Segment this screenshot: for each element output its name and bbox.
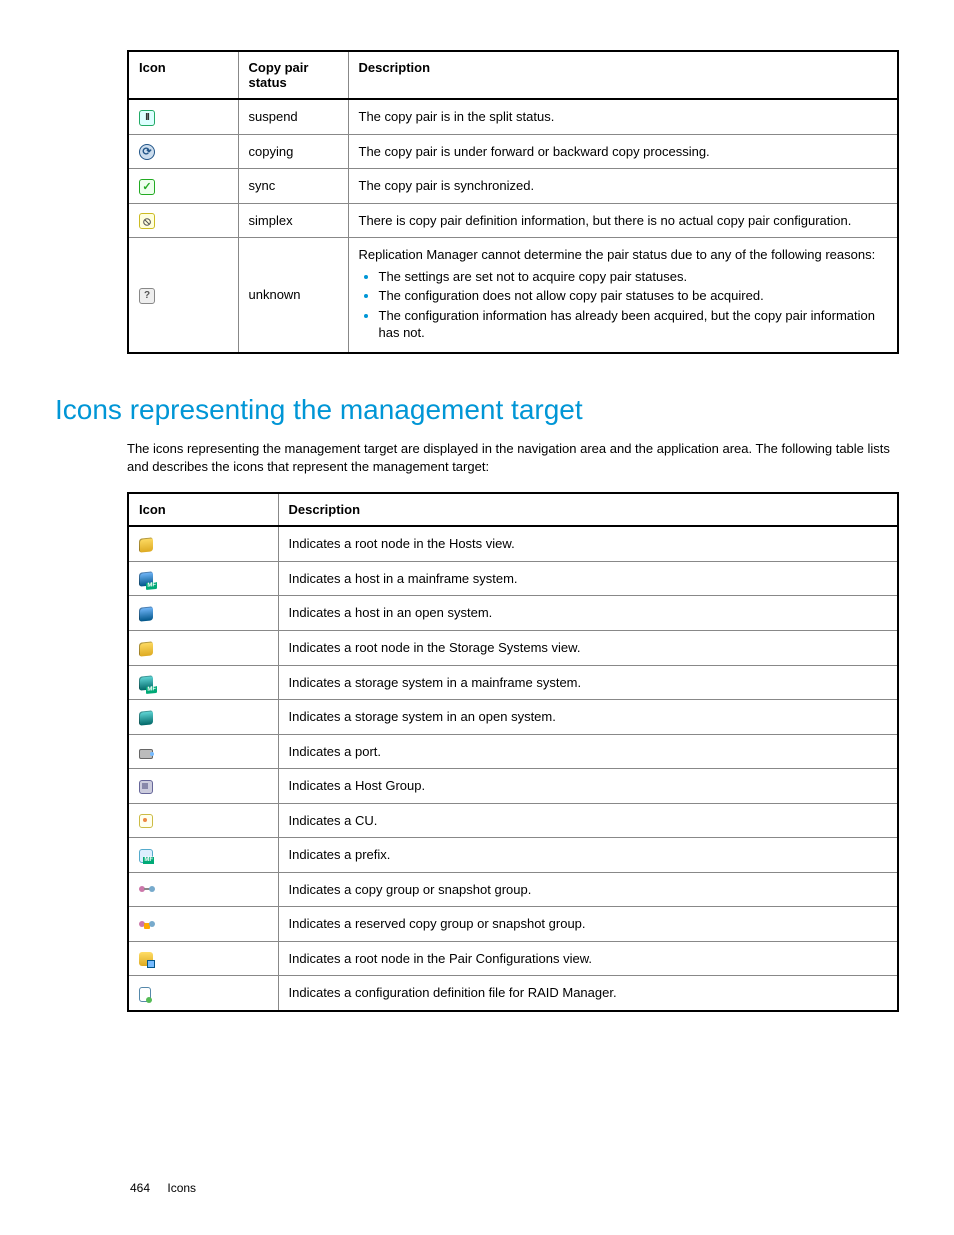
status-cell: simplex bbox=[238, 203, 348, 238]
table-row: Indicates a copy group or snapshot group… bbox=[128, 872, 898, 907]
desc-cell: The copy pair is in the split status. bbox=[348, 99, 898, 134]
section-heading: Icons representing the management target bbox=[55, 394, 899, 426]
table-row: Indicates a prefix. bbox=[128, 838, 898, 873]
desc-cell: The copy pair is synchronized. bbox=[348, 169, 898, 204]
section-intro: The icons representing the management ta… bbox=[127, 440, 899, 476]
suspend-icon bbox=[139, 110, 155, 126]
copying-icon bbox=[139, 144, 155, 160]
desc-cell: Indicates a copy group or snapshot group… bbox=[278, 872, 898, 907]
port-icon bbox=[139, 749, 153, 759]
status-cell: suspend bbox=[238, 99, 348, 134]
desc-cell: Indicates a reserved copy group or snaps… bbox=[278, 907, 898, 942]
desc-cell: The copy pair is under forward or backwa… bbox=[348, 134, 898, 169]
host-open-icon bbox=[139, 606, 153, 621]
unknown-intro: Replication Manager cannot determine the… bbox=[359, 246, 888, 264]
reason-item: The configuration does not allow copy pa… bbox=[379, 287, 888, 305]
desc-cell: Indicates a host in a mainframe system. bbox=[278, 561, 898, 596]
table-row: Indicates a storage system in a mainfram… bbox=[128, 665, 898, 700]
copy-group-icon bbox=[139, 884, 155, 896]
desc-cell: Indicates a prefix. bbox=[278, 838, 898, 873]
reserved-copy-group-icon bbox=[139, 919, 155, 931]
host-mainframe-icon bbox=[139, 572, 153, 587]
unknown-reasons-list: The settings are set not to acquire copy… bbox=[359, 268, 888, 342]
desc-cell: Indicates a storage system in a mainfram… bbox=[278, 665, 898, 700]
table-row: Indicates a root node in the Pair Config… bbox=[128, 941, 898, 976]
table-row: Indicates a root node in the Hosts view. bbox=[128, 526, 898, 561]
storage-open-icon bbox=[139, 710, 153, 725]
table-header-row: Icon Copy pair status Description bbox=[128, 51, 898, 99]
desc-cell: Indicates a root node in the Hosts view. bbox=[278, 526, 898, 561]
config-file-icon bbox=[139, 987, 151, 1002]
status-cell: copying bbox=[238, 134, 348, 169]
pair-config-root-icon bbox=[139, 952, 153, 966]
desc-cell: Indicates a storage system in an open sy… bbox=[278, 700, 898, 735]
table-row: Indicates a configuration definition fil… bbox=[128, 976, 898, 1011]
table-header-row: Icon Description bbox=[128, 493, 898, 526]
host-group-icon bbox=[139, 780, 153, 794]
status-cell: unknown bbox=[238, 238, 348, 353]
storage-root-icon bbox=[139, 641, 153, 656]
storage-mainframe-icon bbox=[139, 675, 153, 690]
desc-cell: Indicates a Host Group. bbox=[278, 769, 898, 804]
col-status: Copy pair status bbox=[238, 51, 348, 99]
reason-item: The settings are set not to acquire copy… bbox=[379, 268, 888, 286]
table-row: unknown Replication Manager cannot deter… bbox=[128, 238, 898, 353]
table-row: Indicates a root node in the Storage Sys… bbox=[128, 631, 898, 666]
table-row: sync The copy pair is synchronized. bbox=[128, 169, 898, 204]
footer-section: Icons bbox=[167, 1181, 196, 1195]
page-footer: 464 Icons bbox=[130, 1181, 196, 1195]
hosts-root-icon bbox=[139, 537, 153, 552]
table-row: suspend The copy pair is in the split st… bbox=[128, 99, 898, 134]
status-cell: sync bbox=[238, 169, 348, 204]
desc-cell: Replication Manager cannot determine the… bbox=[348, 238, 898, 353]
desc-cell: Indicates a root node in the Pair Config… bbox=[278, 941, 898, 976]
desc-cell: Indicates a port. bbox=[278, 734, 898, 769]
table-row: Indicates a Host Group. bbox=[128, 769, 898, 804]
desc-cell: Indicates a configuration definition fil… bbox=[278, 976, 898, 1011]
table-row: copying The copy pair is under forward o… bbox=[128, 134, 898, 169]
desc-cell: Indicates a CU. bbox=[278, 803, 898, 838]
sync-icon bbox=[139, 179, 155, 195]
table-row: Indicates a host in a mainframe system. bbox=[128, 561, 898, 596]
col-icon: Icon bbox=[128, 51, 238, 99]
table-row: Indicates a reserved copy group or snaps… bbox=[128, 907, 898, 942]
col-desc: Description bbox=[348, 51, 898, 99]
unknown-icon bbox=[139, 288, 155, 304]
col-desc: Description bbox=[278, 493, 898, 526]
col-icon: Icon bbox=[128, 493, 278, 526]
prefix-icon bbox=[139, 849, 153, 863]
reason-item: The configuration information has alread… bbox=[379, 307, 888, 342]
table-row: Indicates a host in an open system. bbox=[128, 596, 898, 631]
table-row: Indicates a CU. bbox=[128, 803, 898, 838]
copy-pair-status-table: Icon Copy pair status Description suspen… bbox=[127, 50, 899, 354]
desc-cell: Indicates a host in an open system. bbox=[278, 596, 898, 631]
table-row: Indicates a port. bbox=[128, 734, 898, 769]
table-row: simplex There is copy pair definition in… bbox=[128, 203, 898, 238]
desc-cell: There is copy pair definition informatio… bbox=[348, 203, 898, 238]
management-target-table: Icon Description Indicates a root node i… bbox=[127, 492, 899, 1012]
page-number: 464 bbox=[130, 1181, 150, 1195]
simplex-icon bbox=[139, 213, 155, 229]
cu-icon bbox=[139, 814, 153, 828]
desc-cell: Indicates a root node in the Storage Sys… bbox=[278, 631, 898, 666]
table-row: Indicates a storage system in an open sy… bbox=[128, 700, 898, 735]
